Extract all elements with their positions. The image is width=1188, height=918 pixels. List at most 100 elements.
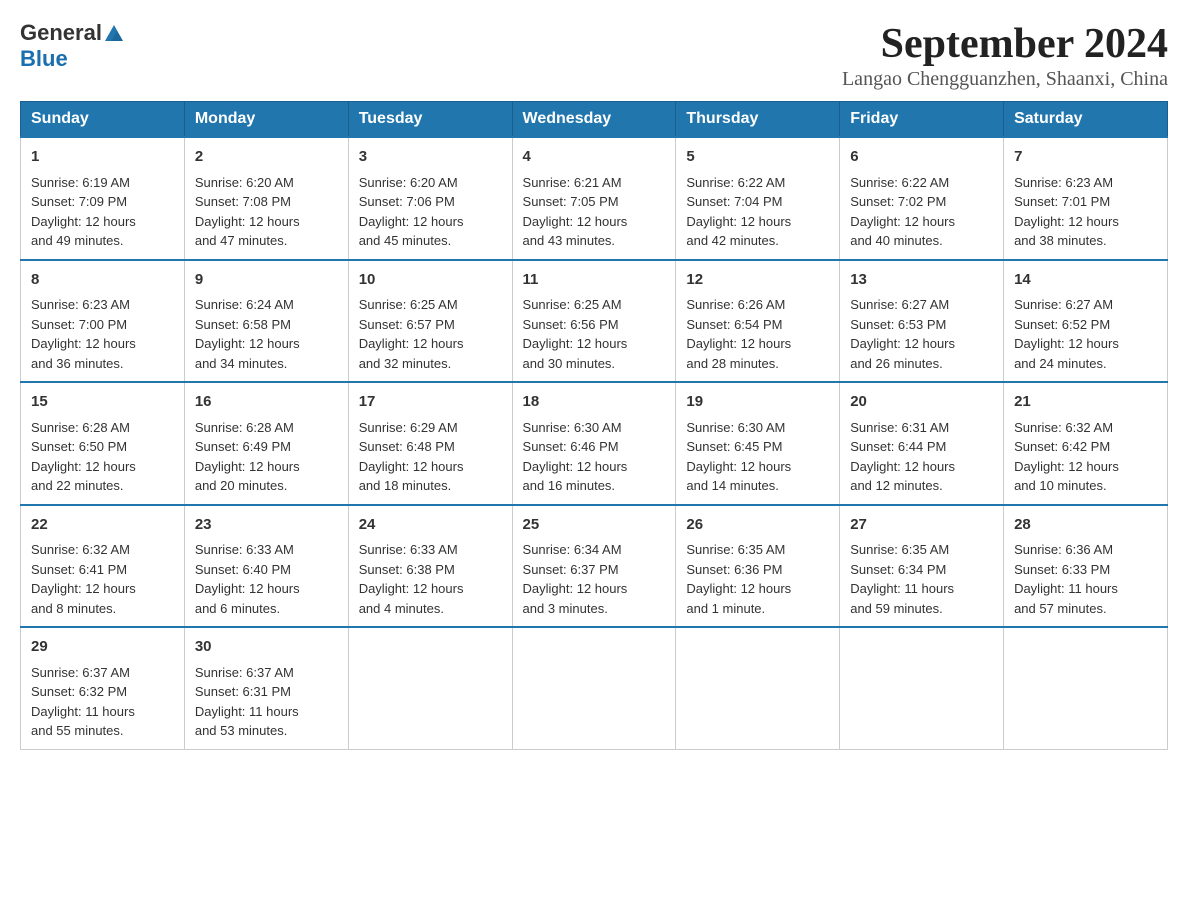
day-number: 12 bbox=[686, 269, 829, 292]
day-number: 14 bbox=[1014, 269, 1157, 292]
day-number: 30 bbox=[195, 636, 338, 659]
day-info: Sunrise: 6:23 AMSunset: 7:01 PMDaylight:… bbox=[1014, 175, 1119, 249]
day-number: 18 bbox=[523, 391, 666, 414]
day-info: Sunrise: 6:26 AMSunset: 6:54 PMDaylight:… bbox=[686, 297, 791, 371]
day-number: 11 bbox=[523, 269, 666, 292]
day-info: Sunrise: 6:32 AMSunset: 6:42 PMDaylight:… bbox=[1014, 420, 1119, 494]
day-info: Sunrise: 6:37 AMSunset: 6:32 PMDaylight:… bbox=[31, 665, 135, 739]
day-info: Sunrise: 6:30 AMSunset: 6:46 PMDaylight:… bbox=[523, 420, 628, 494]
day-info: Sunrise: 6:22 AMSunset: 7:02 PMDaylight:… bbox=[850, 175, 955, 249]
day-info: Sunrise: 6:21 AMSunset: 7:05 PMDaylight:… bbox=[523, 175, 628, 249]
day-number: 24 bbox=[359, 514, 502, 537]
day-number: 6 bbox=[850, 146, 993, 169]
day-number: 23 bbox=[195, 514, 338, 537]
day-info: Sunrise: 6:27 AMSunset: 6:53 PMDaylight:… bbox=[850, 297, 955, 371]
day-info: Sunrise: 6:35 AMSunset: 6:34 PMDaylight:… bbox=[850, 542, 954, 616]
day-number: 22 bbox=[31, 514, 174, 537]
calendar-cell: 13 Sunrise: 6:27 AMSunset: 6:53 PMDaylig… bbox=[840, 260, 1004, 383]
calendar-cell: 3 Sunrise: 6:20 AMSunset: 7:06 PMDayligh… bbox=[348, 137, 512, 260]
day-info: Sunrise: 6:22 AMSunset: 7:04 PMDaylight:… bbox=[686, 175, 791, 249]
logo-blue: Blue bbox=[20, 46, 68, 71]
calendar-cell: 7 Sunrise: 6:23 AMSunset: 7:01 PMDayligh… bbox=[1004, 137, 1168, 260]
day-number: 16 bbox=[195, 391, 338, 414]
logo-text: General Blue bbox=[20, 20, 126, 72]
calendar-cell: 15 Sunrise: 6:28 AMSunset: 6:50 PMDaylig… bbox=[21, 382, 185, 505]
day-number: 4 bbox=[523, 146, 666, 169]
day-info: Sunrise: 6:30 AMSunset: 6:45 PMDaylight:… bbox=[686, 420, 791, 494]
calendar-week-row: 22 Sunrise: 6:32 AMSunset: 6:41 PMDaylig… bbox=[21, 505, 1168, 628]
day-number: 28 bbox=[1014, 514, 1157, 537]
day-info: Sunrise: 6:29 AMSunset: 6:48 PMDaylight:… bbox=[359, 420, 464, 494]
title-block: September 2024 Langao Chengguanzhen, Sha… bbox=[842, 20, 1168, 91]
calendar-week-row: 8 Sunrise: 6:23 AMSunset: 7:00 PMDayligh… bbox=[21, 260, 1168, 383]
calendar-cell: 2 Sunrise: 6:20 AMSunset: 7:08 PMDayligh… bbox=[184, 137, 348, 260]
calendar-cell: 5 Sunrise: 6:22 AMSunset: 7:04 PMDayligh… bbox=[676, 137, 840, 260]
day-number: 9 bbox=[195, 269, 338, 292]
day-info: Sunrise: 6:20 AMSunset: 7:06 PMDaylight:… bbox=[359, 175, 464, 249]
header-sunday: Sunday bbox=[21, 102, 185, 138]
page-header: General Blue September 2024 Langao Cheng… bbox=[20, 20, 1168, 91]
calendar-cell: 9 Sunrise: 6:24 AMSunset: 6:58 PMDayligh… bbox=[184, 260, 348, 383]
header-saturday: Saturday bbox=[1004, 102, 1168, 138]
header-thursday: Thursday bbox=[676, 102, 840, 138]
calendar-table: SundayMondayTuesdayWednesdayThursdayFrid… bbox=[20, 101, 1168, 750]
calendar-cell: 25 Sunrise: 6:34 AMSunset: 6:37 PMDaylig… bbox=[512, 505, 676, 628]
location-subtitle: Langao Chengguanzhen, Shaanxi, China bbox=[842, 68, 1168, 91]
calendar-cell: 6 Sunrise: 6:22 AMSunset: 7:02 PMDayligh… bbox=[840, 137, 1004, 260]
header-tuesday: Tuesday bbox=[348, 102, 512, 138]
calendar-cell bbox=[676, 627, 840, 749]
calendar-cell bbox=[840, 627, 1004, 749]
day-number: 2 bbox=[195, 146, 338, 169]
calendar-cell: 11 Sunrise: 6:25 AMSunset: 6:56 PMDaylig… bbox=[512, 260, 676, 383]
calendar-cell: 30 Sunrise: 6:37 AMSunset: 6:31 PMDaylig… bbox=[184, 627, 348, 749]
day-info: Sunrise: 6:34 AMSunset: 6:37 PMDaylight:… bbox=[523, 542, 628, 616]
day-info: Sunrise: 6:33 AMSunset: 6:38 PMDaylight:… bbox=[359, 542, 464, 616]
calendar-cell: 27 Sunrise: 6:35 AMSunset: 6:34 PMDaylig… bbox=[840, 505, 1004, 628]
calendar-cell: 26 Sunrise: 6:35 AMSunset: 6:36 PMDaylig… bbox=[676, 505, 840, 628]
calendar-cell: 23 Sunrise: 6:33 AMSunset: 6:40 PMDaylig… bbox=[184, 505, 348, 628]
calendar-cell: 10 Sunrise: 6:25 AMSunset: 6:57 PMDaylig… bbox=[348, 260, 512, 383]
day-number: 29 bbox=[31, 636, 174, 659]
day-info: Sunrise: 6:28 AMSunset: 6:50 PMDaylight:… bbox=[31, 420, 136, 494]
day-number: 13 bbox=[850, 269, 993, 292]
logo-general: General bbox=[20, 20, 102, 45]
day-number: 10 bbox=[359, 269, 502, 292]
calendar-cell: 17 Sunrise: 6:29 AMSunset: 6:48 PMDaylig… bbox=[348, 382, 512, 505]
calendar-cell: 22 Sunrise: 6:32 AMSunset: 6:41 PMDaylig… bbox=[21, 505, 185, 628]
day-info: Sunrise: 6:27 AMSunset: 6:52 PMDaylight:… bbox=[1014, 297, 1119, 371]
calendar-week-row: 1 Sunrise: 6:19 AMSunset: 7:09 PMDayligh… bbox=[21, 137, 1168, 260]
day-number: 3 bbox=[359, 146, 502, 169]
calendar-cell: 8 Sunrise: 6:23 AMSunset: 7:00 PMDayligh… bbox=[21, 260, 185, 383]
day-info: Sunrise: 6:20 AMSunset: 7:08 PMDaylight:… bbox=[195, 175, 300, 249]
day-info: Sunrise: 6:33 AMSunset: 6:40 PMDaylight:… bbox=[195, 542, 300, 616]
calendar-cell: 18 Sunrise: 6:30 AMSunset: 6:46 PMDaylig… bbox=[512, 382, 676, 505]
calendar-week-row: 15 Sunrise: 6:28 AMSunset: 6:50 PMDaylig… bbox=[21, 382, 1168, 505]
calendar-cell: 28 Sunrise: 6:36 AMSunset: 6:33 PMDaylig… bbox=[1004, 505, 1168, 628]
day-info: Sunrise: 6:19 AMSunset: 7:09 PMDaylight:… bbox=[31, 175, 136, 249]
calendar-cell: 29 Sunrise: 6:37 AMSunset: 6:32 PMDaylig… bbox=[21, 627, 185, 749]
header-monday: Monday bbox=[184, 102, 348, 138]
day-number: 17 bbox=[359, 391, 502, 414]
day-number: 25 bbox=[523, 514, 666, 537]
day-info: Sunrise: 6:37 AMSunset: 6:31 PMDaylight:… bbox=[195, 665, 299, 739]
calendar-cell bbox=[512, 627, 676, 749]
calendar-cell: 20 Sunrise: 6:31 AMSunset: 6:44 PMDaylig… bbox=[840, 382, 1004, 505]
day-info: Sunrise: 6:32 AMSunset: 6:41 PMDaylight:… bbox=[31, 542, 136, 616]
day-number: 21 bbox=[1014, 391, 1157, 414]
calendar-cell: 19 Sunrise: 6:30 AMSunset: 6:45 PMDaylig… bbox=[676, 382, 840, 505]
day-number: 20 bbox=[850, 391, 993, 414]
day-info: Sunrise: 6:28 AMSunset: 6:49 PMDaylight:… bbox=[195, 420, 300, 494]
calendar-cell: 1 Sunrise: 6:19 AMSunset: 7:09 PMDayligh… bbox=[21, 137, 185, 260]
day-number: 26 bbox=[686, 514, 829, 537]
day-info: Sunrise: 6:25 AMSunset: 6:57 PMDaylight:… bbox=[359, 297, 464, 371]
day-number: 1 bbox=[31, 146, 174, 169]
calendar-cell bbox=[348, 627, 512, 749]
day-number: 7 bbox=[1014, 146, 1157, 169]
day-number: 8 bbox=[31, 269, 174, 292]
day-info: Sunrise: 6:36 AMSunset: 6:33 PMDaylight:… bbox=[1014, 542, 1118, 616]
calendar-cell: 16 Sunrise: 6:28 AMSunset: 6:49 PMDaylig… bbox=[184, 382, 348, 505]
calendar-week-row: 29 Sunrise: 6:37 AMSunset: 6:32 PMDaylig… bbox=[21, 627, 1168, 749]
day-number: 5 bbox=[686, 146, 829, 169]
day-number: 19 bbox=[686, 391, 829, 414]
day-info: Sunrise: 6:31 AMSunset: 6:44 PMDaylight:… bbox=[850, 420, 955, 494]
